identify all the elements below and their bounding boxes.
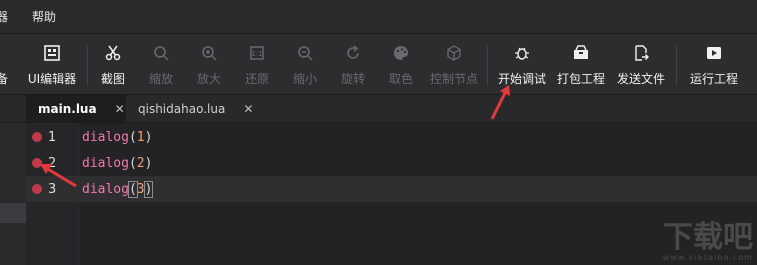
- code-line-current[interactable]: 3 dialog(3): [26, 176, 757, 202]
- function-name: dialog: [82, 129, 129, 145]
- restore-icon: 1:1: [247, 44, 267, 64]
- close-icon[interactable]: ✕: [243, 102, 253, 116]
- watermark-url: www.xiazaiba.com: [662, 253, 753, 262]
- editor-tabs: main.lua ✕ qishidahao.lua ✕: [0, 95, 757, 123]
- breakpoint-marker[interactable]: [32, 132, 42, 142]
- ui-editor-button[interactable]: UI编辑器: [22, 40, 82, 87]
- function-name: dialog: [82, 181, 129, 197]
- rotate-icon: [343, 44, 363, 64]
- ui-editor-icon: [42, 44, 62, 64]
- pack-project-button[interactable]: 打包工程: [551, 40, 611, 87]
- toolbar: 备 UI编辑器 截图 缩放 放大 1:1 还原 缩小 旋转 取色 控制节点 开始…: [0, 34, 757, 95]
- side-panel-selection: [0, 203, 26, 223]
- annotation-arrow-debug: [490, 85, 510, 120]
- watermark: 下载吧 www.xiazaiba.com: [663, 223, 753, 263]
- zoom-out-icon: [295, 44, 315, 64]
- run-project-button[interactable]: 运行工程: [684, 40, 744, 87]
- function-name: dialog: [82, 155, 129, 171]
- menu-item-help[interactable]: 帮助: [20, 8, 68, 25]
- zoom-in-icon: [199, 44, 219, 64]
- play-icon: [704, 44, 724, 64]
- tab-label: main.lua: [38, 101, 97, 116]
- start-debug-button[interactable]: 开始调试: [492, 40, 552, 87]
- control-node-button[interactable]: 控制节点: [424, 40, 484, 87]
- cube-icon: [444, 44, 464, 64]
- tab-qishidahao-lua[interactable]: qishidahao.lua ✕: [126, 95, 254, 122]
- scissors-icon: [103, 44, 123, 64]
- side-panel: [0, 123, 26, 265]
- svg-text:1:1: 1:1: [251, 50, 262, 58]
- code-text: dialog(2): [82, 155, 153, 171]
- annotation-arrow-breakpoint: [40, 164, 77, 188]
- argument: 2: [136, 155, 145, 171]
- pick-color-button[interactable]: 取色: [371, 40, 431, 87]
- send-file-label: 发送文件: [616, 72, 665, 86]
- close-icon[interactable]: ✕: [115, 102, 125, 116]
- package-icon: [571, 44, 591, 64]
- palette-icon: [391, 44, 411, 64]
- menu-bar: 器 帮助: [0, 0, 757, 34]
- run-project-label: 运行工程: [689, 72, 738, 86]
- pick-color-label: 取色: [388, 72, 413, 86]
- watermark-text: 下载吧: [663, 220, 753, 255]
- control-node-label: 控制节点: [429, 72, 478, 86]
- tab-label: qishidahao.lua: [138, 101, 226, 116]
- tab-main-lua[interactable]: main.lua ✕: [26, 95, 126, 122]
- magnifier-icon: [151, 44, 171, 64]
- toolbar-divider: [487, 46, 488, 86]
- line-number: 1: [48, 129, 57, 145]
- send-file-icon: [631, 44, 651, 64]
- argument: 1: [136, 129, 145, 145]
- code-text: dialog(3): [82, 180, 154, 198]
- pack-project-label: 打包工程: [556, 72, 605, 86]
- bug-icon: [512, 44, 532, 64]
- code-line[interactable]: 2 dialog(2): [26, 150, 757, 176]
- argument: 3: [136, 181, 145, 197]
- ui-editor-label: UI编辑器: [27, 72, 77, 86]
- code-text: dialog(1): [82, 129, 153, 145]
- toolbar-divider: [676, 46, 677, 86]
- send-file-button[interactable]: 发送文件: [611, 40, 671, 87]
- menu-item-partial[interactable]: 器: [0, 8, 20, 25]
- code-line[interactable]: 1 dialog(1): [26, 124, 757, 150]
